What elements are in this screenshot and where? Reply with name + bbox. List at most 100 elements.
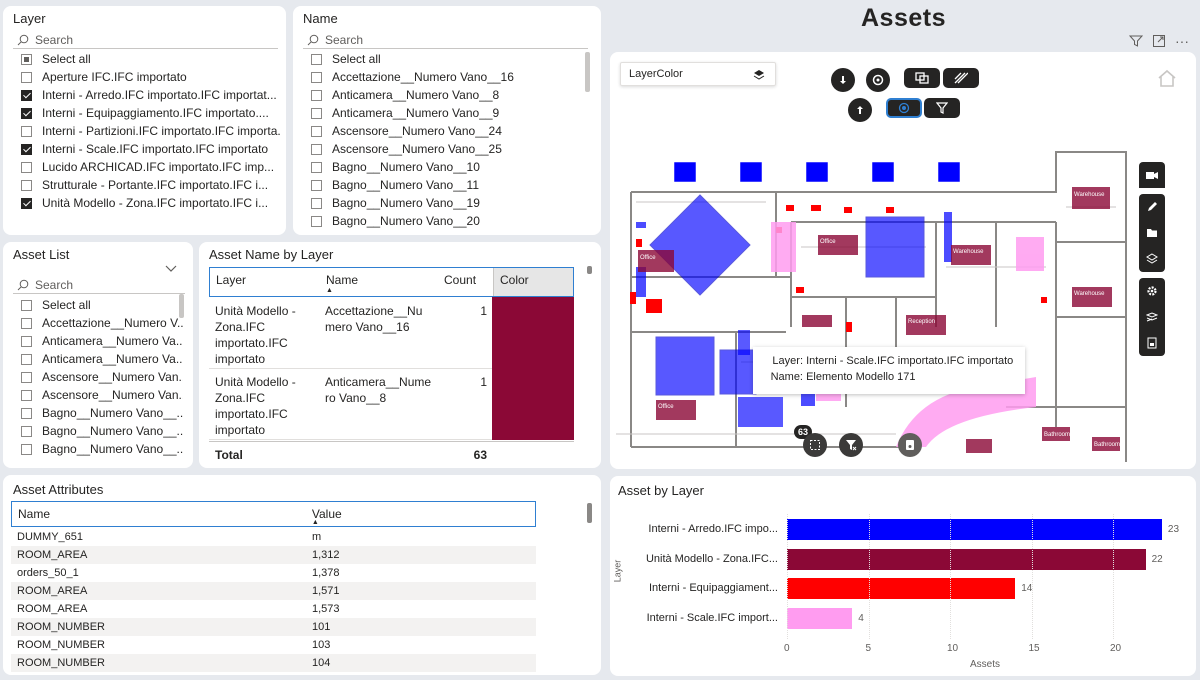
table-row[interactable]: ROOM_AREA 1,573 — [11, 600, 536, 618]
list-item[interactable]: Interni - Scale.IFC importato.IFC import… — [13, 140, 281, 158]
checkbox[interactable] — [21, 161, 32, 173]
checkbox[interactable] — [21, 425, 32, 437]
save-view-button[interactable] — [898, 433, 922, 457]
table-row[interactable]: Unità Modello - Zona.IFC importato.IFC impo… — [209, 368, 574, 440]
bar[interactable] — [787, 548, 1146, 570]
floor-down-button[interactable] — [831, 68, 855, 92]
checkbox[interactable] — [21, 389, 32, 401]
list-item[interactable]: Aperture IFC.IFC importato — [13, 68, 281, 86]
list-item[interactable]: Select all — [13, 296, 183, 314]
checkbox[interactable] — [21, 407, 32, 419]
home-icon[interactable] — [1156, 68, 1178, 93]
table-row[interactable]: ROOM_NUMBER 101 — [11, 618, 536, 636]
list-item[interactable]: Bagno__Numero Vano__... — [13, 440, 183, 458]
checkbox[interactable] — [311, 125, 322, 137]
list-item[interactable]: Anticamera__Numero Va... — [13, 332, 183, 350]
camera-button[interactable] — [1139, 162, 1165, 188]
checkbox[interactable] — [311, 161, 322, 173]
table-row[interactable]: Unità Modello - Zona.IFC importato.IFC impo… — [209, 297, 574, 369]
chevron-down-icon[interactable] — [165, 260, 177, 272]
checkbox[interactable] — [21, 317, 32, 329]
floor-up-button[interactable] — [848, 98, 872, 122]
table-row[interactable]: ROOM_AREA 1,571 — [11, 582, 536, 600]
name-list-scrollbar[interactable] — [585, 52, 590, 92]
stack-icon[interactable] — [1139, 304, 1165, 330]
layers-icon[interactable] — [1139, 246, 1165, 272]
list-item[interactable]: Bagno__Numero Vano__... — [13, 422, 183, 440]
folder-icon[interactable] — [1139, 220, 1165, 246]
list-item[interactable]: Ascensore__Numero Vano__24 — [303, 122, 578, 140]
box-select-button[interactable] — [803, 433, 827, 457]
focus-mode-icon[interactable] — [1150, 33, 1168, 49]
table-row[interactable]: ROOM_NUMBER 103 — [11, 636, 536, 654]
list-item[interactable]: Unità Modello - Zona.IFC importato.IFC i… — [13, 194, 281, 212]
column-header-color[interactable]: Color — [493, 268, 573, 296]
list-item[interactable]: Lucido ARCHICAD.IFC importato.IFC imp... — [13, 158, 281, 176]
checkbox[interactable] — [311, 71, 322, 83]
list-item[interactable]: Bagno__Numero Vano__10 — [303, 158, 578, 176]
list-item[interactable]: Bagno__Numero Vano__... — [13, 404, 183, 422]
filter-icon[interactable] — [1127, 33, 1145, 49]
attributes-scrollbar[interactable] — [587, 503, 592, 523]
list-item[interactable]: Bagno__Numero Vano__11 — [303, 176, 578, 194]
list-item[interactable]: Bagno__Numero Vano__20 — [303, 212, 578, 230]
select-mode-button[interactable] — [886, 98, 922, 118]
column-header-name[interactable]: Name ▲ — [320, 268, 438, 296]
list-item[interactable]: Anticamera__Numero Vano__8 — [303, 86, 578, 104]
list-item[interactable]: Anticamera__Numero Vano__9 — [303, 104, 578, 122]
column-header-name[interactable]: Name — [12, 502, 308, 526]
floorplan[interactable]: Office Office Warehouse Warehouse Wareho… — [616, 147, 1136, 467]
checkbox[interactable] — [311, 89, 322, 101]
layer-search-input[interactable]: Search — [13, 31, 278, 49]
checkbox[interactable] — [21, 197, 32, 209]
list-item[interactable]: Accettazione__Numero Vano__16 — [303, 68, 578, 86]
bar[interactable] — [787, 607, 853, 629]
column-header-value[interactable]: Value ▲ — [308, 502, 535, 526]
checkbox[interactable] — [311, 179, 322, 191]
name-search-input[interactable]: Search — [303, 31, 588, 49]
checkbox[interactable] — [311, 197, 322, 209]
checkbox[interactable] — [311, 53, 322, 65]
layer-color-dropdown[interactable]: LayerColor — [620, 62, 776, 86]
checkbox[interactable] — [21, 107, 32, 119]
list-item[interactable]: Ascensore__Numero Vano__25 — [303, 140, 578, 158]
clear-filter-button[interactable] — [839, 433, 863, 457]
list-item[interactable]: Accettazione__Numero V... — [13, 314, 183, 332]
checkbox[interactable] — [21, 71, 32, 83]
list-item[interactable]: Bagno__Numero Vano__19 — [303, 194, 578, 212]
list-item[interactable]: Ascensore__Numero Van... — [13, 368, 183, 386]
gear-icon[interactable] — [1139, 278, 1165, 304]
asset-list-scrollbar[interactable] — [179, 294, 184, 318]
checkbox[interactable] — [21, 53, 32, 65]
table-row[interactable]: orders_50_1 1,378 — [11, 564, 536, 582]
checkbox[interactable] — [21, 371, 32, 383]
checkbox[interactable] — [21, 299, 32, 311]
checkbox[interactable] — [21, 89, 32, 101]
checkbox[interactable] — [21, 125, 32, 137]
table-scrollbar[interactable] — [587, 266, 592, 274]
checkbox[interactable] — [311, 107, 322, 119]
save-disk-icon[interactable] — [1139, 330, 1165, 356]
pencil-icon[interactable] — [1139, 194, 1165, 220]
checkbox[interactable] — [311, 143, 322, 155]
list-item[interactable]: Interni - Arredo.IFC importato.IFC impor… — [13, 86, 281, 104]
list-item[interactable]: Ascensore__Numero Van... — [13, 386, 183, 404]
bar[interactable] — [787, 578, 1016, 599]
checkbox[interactable] — [21, 443, 32, 455]
target-button[interactable] — [866, 68, 890, 92]
more-options-icon[interactable]: ··· — [1173, 33, 1191, 49]
checkbox[interactable] — [21, 143, 32, 155]
list-item[interactable]: Interni - Partizioni.IFC importato.IFC i… — [13, 122, 281, 140]
checkbox[interactable] — [21, 179, 32, 191]
list-item[interactable]: Anticamera__Numero Va... — [13, 350, 183, 368]
bar[interactable] — [787, 519, 1162, 540]
checkbox[interactable] — [21, 335, 32, 347]
checkbox[interactable] — [21, 353, 32, 365]
table-row[interactable]: DUMMY_651 m — [11, 528, 536, 546]
list-item[interactable]: Strutturale - Portante.IFC importato.IFC… — [13, 176, 281, 194]
list-item[interactable]: Interni - Equipaggiamento.IFC importato.… — [13, 104, 281, 122]
viewer-filter-button[interactable] — [924, 98, 960, 118]
column-header-count[interactable]: Count — [438, 268, 493, 296]
asset-list-search-input[interactable]: Search — [13, 276, 185, 294]
checkbox[interactable] — [311, 215, 322, 227]
